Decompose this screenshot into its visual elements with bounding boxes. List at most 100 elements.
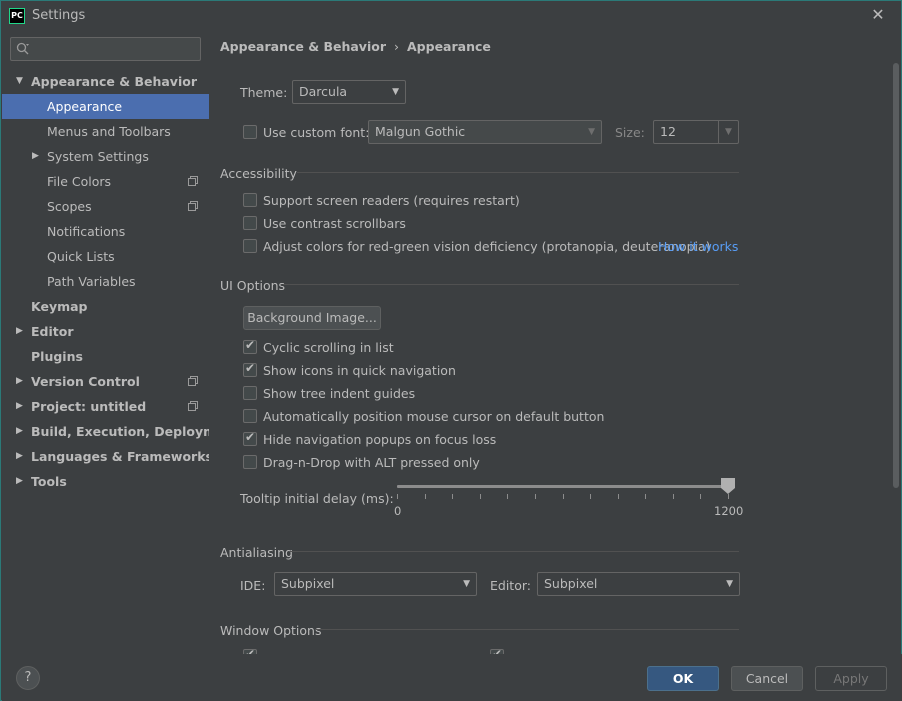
sidebar-item-label: Version Control	[31, 374, 140, 389]
breadcrumb-parent[interactable]: Appearance & Behavior	[220, 39, 386, 54]
slider-tick	[397, 494, 398, 499]
sidebar-item-languages-frameworks[interactable]: ▶ Languages & Frameworks	[2, 444, 213, 469]
ui-option-option-label: Show icons in quick navigation	[263, 363, 456, 378]
sidebar-item-project-untitled[interactable]: ▶ Project: untitled	[2, 394, 209, 419]
slider-tick	[507, 494, 508, 499]
close-icon[interactable]: ✕	[867, 5, 889, 25]
antialiasing-section-title: Antialiasing	[220, 545, 293, 560]
ok-button[interactable]: OK	[647, 666, 719, 691]
sidebar-item-file-colors[interactable]: File Colors	[2, 169, 209, 194]
tooltip-delay-label: Tooltip initial delay (ms):	[240, 491, 394, 506]
tooltip-delay-slider-thumb[interactable]	[721, 478, 735, 494]
sidebar-item-label: Appearance & Behavior	[31, 74, 197, 89]
sidebar-item-plugins[interactable]: Plugins	[2, 344, 209, 369]
chevron-down-icon: ▼	[392, 87, 399, 97]
tooltip-delay-slider-track[interactable]	[397, 485, 729, 488]
expand-arrow-right-icon[interactable]: ▶	[16, 469, 23, 494]
sidebar-item-scopes[interactable]: Scopes	[2, 194, 209, 219]
breadcrumb-current: Appearance	[407, 39, 491, 54]
sidebar-item-label: Plugins	[31, 349, 83, 364]
editor-antialiasing-value: Subpixel	[544, 576, 598, 591]
ui-option-option-label: Show tree indent guides	[263, 386, 416, 401]
sidebar-item-label: Tools	[31, 474, 67, 489]
use-custom-font-checkbox[interactable]	[243, 125, 257, 139]
ui-option-checkbox-show-tree-indent-guides[interactable]	[243, 386, 257, 400]
how-it-works-link[interactable]: How it works	[658, 239, 738, 254]
sidebar-item-system-settings[interactable]: ▶ System Settings	[2, 144, 209, 169]
settings-window: PC Settings ✕ ▼ Appearance & Behavior Appe…	[0, 0, 902, 701]
custom-font-value: Malgun Gothic	[375, 124, 466, 139]
sidebar-item-quick-lists[interactable]: Quick Lists	[2, 244, 209, 269]
sidebar-item-keymap[interactable]: Keymap	[2, 294, 209, 319]
sidebar-item-version-control[interactable]: ▶ Version Control	[2, 369, 209, 394]
use-custom-font-label: Use custom font:	[263, 125, 370, 140]
search-input[interactable]	[35, 40, 195, 58]
ui-option-option-label: Automatically position mouse cursor on d…	[263, 409, 605, 424]
ui-option-checkbox-automatically-position-mouse-cursor-on-d[interactable]	[243, 409, 257, 423]
vertical-scrollbar[interactable]	[893, 63, 901, 654]
custom-font-dropdown[interactable]: Malgun Gothic ▼	[368, 120, 602, 144]
sidebar-item-appearance[interactable]: Appearance	[2, 94, 209, 119]
background-image-button[interactable]: Background Image...	[243, 306, 381, 330]
editor-antialiasing-dropdown[interactable]: Subpixel ▼	[537, 572, 740, 596]
project-scope-icon	[188, 376, 198, 386]
font-size-value: 12	[660, 124, 676, 139]
slider-tick	[480, 494, 481, 499]
expand-arrow-right-icon[interactable]: ▶	[32, 144, 39, 169]
expand-arrow-right-icon[interactable]: ▶	[16, 319, 23, 344]
apply-button[interactable]: Apply	[815, 666, 887, 691]
expand-arrow-right-icon[interactable]: ▶	[16, 369, 23, 394]
project-scope-icon	[188, 176, 198, 186]
expand-arrow-right-icon[interactable]: ▶	[16, 419, 23, 444]
expand-arrow-down-icon[interactable]: ▼	[16, 69, 23, 94]
ide-antialiasing-value: Subpixel	[281, 576, 335, 591]
sidebar-item-label: Project: untitled	[31, 399, 147, 414]
sidebar-item-label: Keymap	[31, 299, 88, 314]
theme-dropdown[interactable]: Darcula ▼	[292, 80, 406, 104]
sidebar-item-tools[interactable]: ▶ Tools	[2, 469, 209, 494]
ide-antialiasing-dropdown[interactable]: Subpixel ▼	[274, 572, 477, 596]
scrollbar-thumb[interactable]	[893, 63, 899, 488]
expand-arrow-right-icon[interactable]: ▶	[16, 394, 23, 419]
tooltip-delay-min-label: 0	[394, 504, 402, 518]
ui-option-option-label: Drag-n-Drop with ALT pressed only	[263, 455, 480, 470]
breadcrumb: Appearance & Behavior › Appearance	[220, 39, 491, 54]
sidebar-item-label: Languages & Frameworks	[31, 449, 213, 464]
section-divider	[297, 172, 739, 173]
help-button[interactable]: ?	[16, 666, 40, 690]
chevron-down-icon: ▼	[463, 579, 470, 589]
settings-sidebar: ▼ Appearance & Behavior Appearance Menus an…	[2, 29, 239, 654]
section-divider	[283, 284, 739, 285]
ui-option-checkbox-cyclic-scrolling-in-list[interactable]: ✔	[243, 338, 257, 354]
slider-tick	[535, 494, 536, 499]
font-size-field[interactable]: 12 ▼	[653, 120, 739, 144]
slider-tick	[618, 494, 619, 499]
accessibility-checkbox-adjust-colors-for-red-green-vision-defic[interactable]	[243, 239, 257, 253]
sidebar-item-label: Editor	[31, 324, 74, 339]
ui-option-checkbox-hide-navigation-popups-on-focus-loss[interactable]: ✔	[243, 430, 257, 446]
sidebar-item-label: Notifications	[47, 224, 126, 239]
sidebar-item-build-execution-deployment[interactable]: ▶ Build, Execution, Deployment	[2, 419, 239, 444]
settings-search-field[interactable]	[10, 37, 201, 61]
ui-options-section-title: UI Options	[220, 278, 286, 293]
window-options-section-title: Window Options	[220, 623, 322, 638]
checkmark-icon: ✔	[245, 361, 256, 375]
sidebar-item-path-variables[interactable]: Path Variables	[2, 269, 209, 294]
ui-option-checkbox-drag-n-drop-with-alt-pressed-only[interactable]	[243, 455, 257, 469]
sidebar-item-notifications[interactable]: Notifications	[2, 219, 209, 244]
slider-tick	[645, 494, 646, 499]
settings-tree: ▼ Appearance & Behavior Appearance Menus an…	[2, 69, 239, 494]
sidebar-item-menus-and-toolbars[interactable]: Menus and Toolbars	[2, 119, 209, 144]
sidebar-item-editor[interactable]: ▶ Editor	[2, 319, 209, 344]
accessibility-checkbox-use-contrast-scrollbars[interactable]	[243, 216, 257, 230]
ui-option-checkbox-show-icons-in-quick-navigation[interactable]: ✔	[243, 361, 257, 377]
sidebar-item-label: Quick Lists	[47, 249, 115, 264]
cancel-button[interactable]: Cancel	[731, 666, 803, 691]
accessibility-option-label: Adjust colors for red-green vision defic…	[263, 239, 711, 254]
accessibility-checkbox-support-screen-readers-requires-restart[interactable]	[243, 193, 257, 207]
slider-tick	[452, 494, 453, 499]
tooltip-delay-max-label: 1200	[714, 504, 744, 518]
chevron-down-icon[interactable]: ▼	[718, 121, 738, 143]
sidebar-item-appearance-behavior[interactable]: ▼ Appearance & Behavior	[2, 69, 209, 94]
expand-arrow-right-icon[interactable]: ▶	[16, 444, 23, 469]
